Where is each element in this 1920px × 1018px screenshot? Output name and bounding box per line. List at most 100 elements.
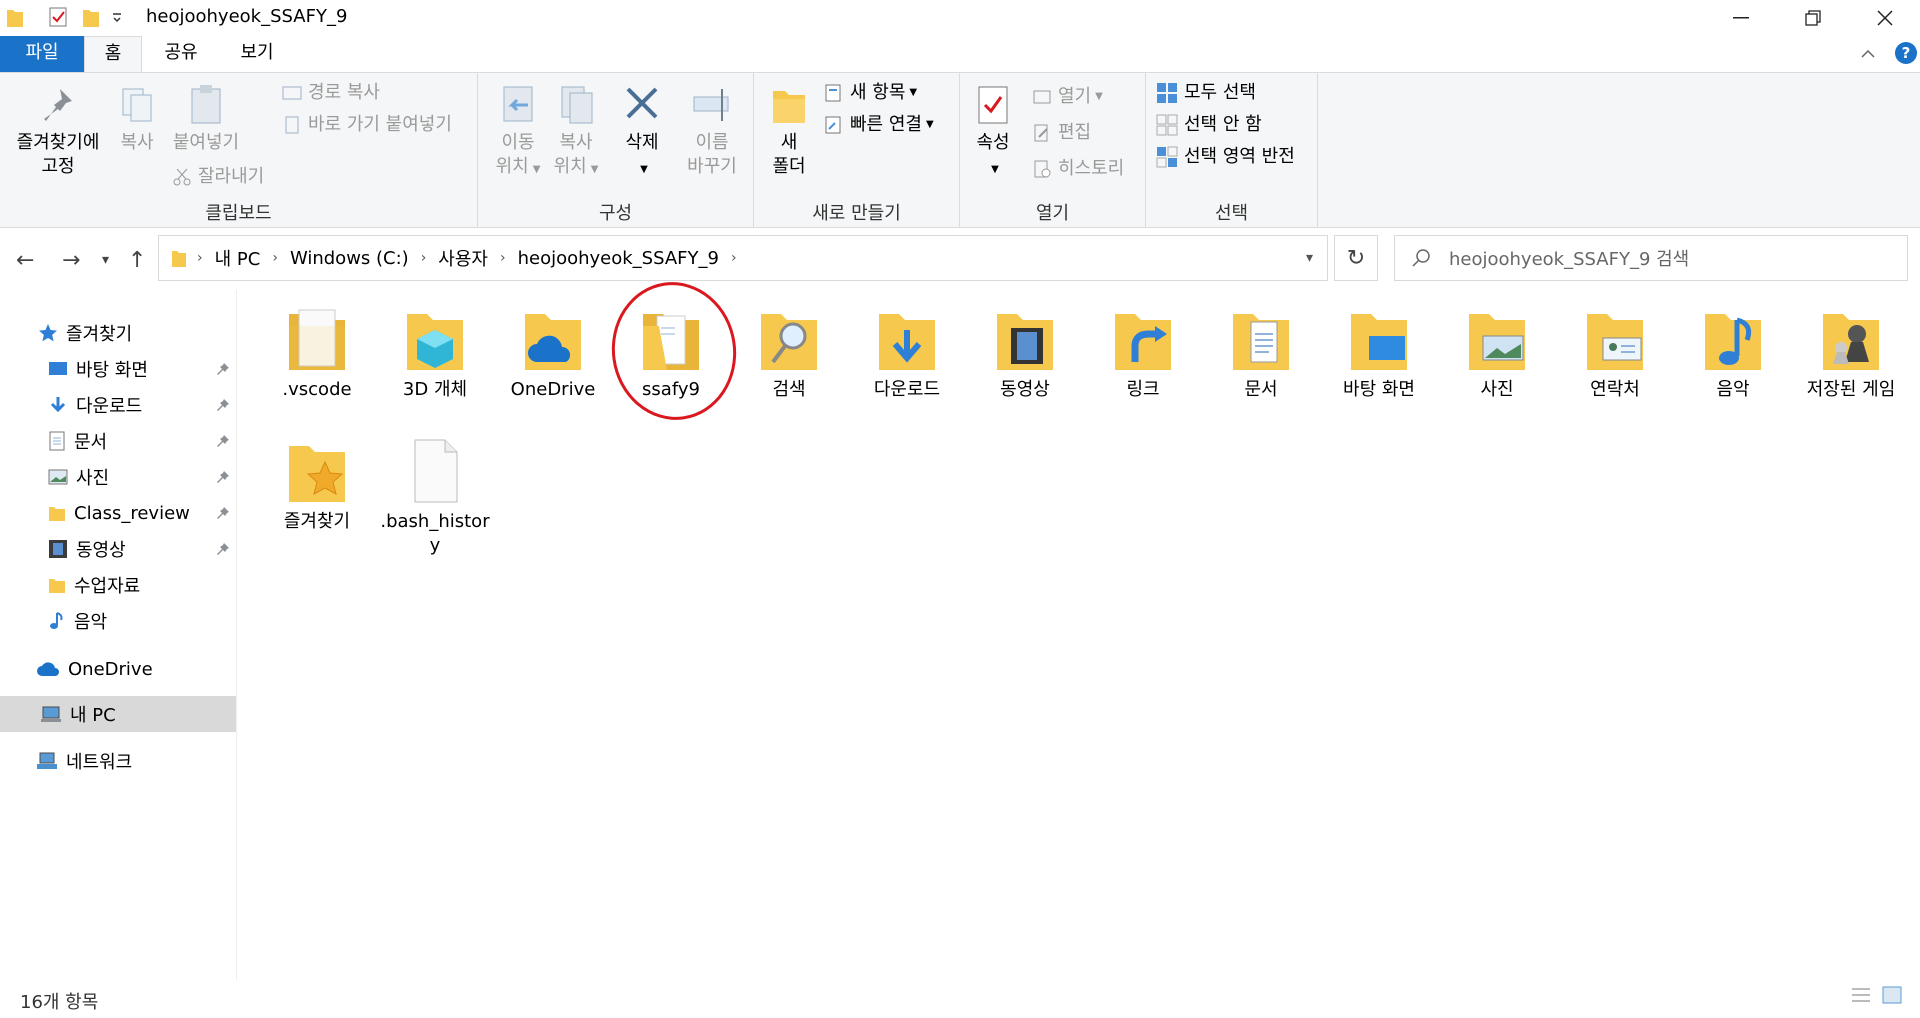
file-item-desktop[interactable]: 바탕 화면 <box>1322 304 1436 402</box>
sidebar-item-network[interactable]: 네트워크 <box>0 744 236 778</box>
file-item-3d-objects[interactable]: 3D 개체 <box>378 304 492 402</box>
desktop-icon <box>48 360 68 378</box>
pin-icon[interactable] <box>216 504 230 525</box>
tab-view[interactable]: 보기 <box>226 36 288 72</box>
copy-path-button[interactable]: 경로 복사 <box>282 81 380 105</box>
paste-button[interactable]: 붙여넣기 <box>166 83 246 155</box>
network-icon <box>36 751 58 771</box>
pane-divider[interactable] <box>236 290 237 980</box>
rename-button[interactable]: 이름 바꾸기 <box>678 83 746 179</box>
paste-shortcut-button[interactable]: 바로 가기 붙여넣기 <box>282 113 452 137</box>
recent-locations-chevron-icon[interactable]: ▾ <box>102 252 109 268</box>
delete-button[interactable]: 삭제 ▼ <box>614 83 670 182</box>
breadcrumb-separator[interactable]: › <box>272 250 278 266</box>
restore-button[interactable] <box>1777 0 1849 36</box>
copy-to-button[interactable]: 복사 위치 ▼ <box>548 83 604 182</box>
help-icon[interactable]: ? <box>1895 42 1917 64</box>
file-item-downloads[interactable]: 다운로드 <box>850 304 964 402</box>
new-folder-quick-icon[interactable] <box>82 6 100 30</box>
rename-icon <box>693 89 729 121</box>
file-item-vscode[interactable]: .vscode <box>260 304 374 402</box>
tab-file[interactable]: 파일 <box>0 36 84 72</box>
sidebar-item-onedrive[interactable]: OneDrive <box>0 652 236 686</box>
sidebar-item-videos[interactable]: 동영상 <box>0 532 236 566</box>
file-item-videos[interactable]: 동영상 <box>968 304 1082 402</box>
pin-icon[interactable] <box>216 468 230 489</box>
history-icon <box>1034 160 1051 178</box>
new-folder-button[interactable]: 새 폴더 <box>764 83 814 179</box>
breadcrumb-drive-c[interactable]: Windows (C:) <box>290 248 409 269</box>
new-group-label: 새로 만들기 <box>812 203 901 224</box>
file-item-music[interactable]: 음악 <box>1676 304 1790 402</box>
sidebar-item-music[interactable]: 음악 <box>0 604 236 638</box>
new-folder-icon <box>773 91 805 123</box>
search-placeholder: heojoohyeok_SSAFY_9 검색 <box>1449 249 1690 270</box>
customize-quick-access-icon[interactable] <box>112 10 122 34</box>
tab-share[interactable]: 공유 <box>150 36 212 72</box>
edit-button[interactable]: 편집 <box>1032 121 1091 145</box>
move-to-button[interactable]: 이동 위치 ▼ <box>490 83 546 182</box>
open-button[interactable]: 열기 ▼ <box>1032 85 1103 109</box>
details-view-icon[interactable] <box>1850 986 1872 1009</box>
pin-icon[interactable] <box>216 396 230 417</box>
pin-icon[interactable] <box>216 360 230 381</box>
file-item-bash-history[interactable]: .bash_history <box>378 436 492 558</box>
sidebar-item-downloads[interactable]: 다운로드 <box>0 388 236 422</box>
file-item-onedrive[interactable]: OneDrive <box>496 304 610 402</box>
invert-selection-button[interactable]: 선택 영역 반전 <box>1156 145 1295 169</box>
file-item-favorites[interactable]: 즐겨찾기 <box>260 436 374 534</box>
select-none-button[interactable]: 선택 안 함 <box>1156 113 1262 137</box>
pin-icon[interactable] <box>216 432 230 453</box>
address-dropdown-chevron-icon[interactable]: ▾ <box>1306 250 1313 266</box>
properties-button[interactable]: 속성 ▼ <box>968 83 1018 182</box>
sidebar-item-this-pc[interactable]: 내 PC <box>0 696 236 732</box>
breadcrumb-separator[interactable]: › <box>421 250 427 266</box>
close-button[interactable] <box>1849 0 1920 36</box>
open-group: 속성 ▼ 열기 ▼ 편집 히스토리 열기 <box>960 73 1146 229</box>
properties-quick-icon[interactable] <box>48 6 68 30</box>
picture-icon <box>48 468 68 486</box>
file-item-links[interactable]: 링크 <box>1086 304 1200 402</box>
easy-access-button[interactable]: 빠른 연결 ▼ <box>824 113 934 137</box>
sidebar-item-desktop[interactable]: 바탕 화면 <box>0 352 236 386</box>
search-icon <box>1412 249 1430 267</box>
folder-download-icon <box>879 314 935 370</box>
sidebar-item-documents[interactable]: 문서 <box>0 424 236 458</box>
minimize-button[interactable] <box>1705 0 1777 36</box>
large-icons-view-icon[interactable] <box>1882 986 1902 1009</box>
forward-arrow-icon[interactable]: → <box>62 248 80 273</box>
file-item-documents[interactable]: 문서 <box>1204 304 1318 402</box>
up-arrow-icon[interactable]: ↑ <box>128 248 146 273</box>
new-group: 새 폴더 새 항목 ▼ 빠른 연결 ▼ 새로 만들기 <box>754 73 960 229</box>
sidebar-item-pictures[interactable]: 사진 <box>0 460 236 494</box>
cut-button[interactable]: 잘라내기 <box>172 165 264 189</box>
breadcrumb-separator[interactable]: › <box>731 250 737 266</box>
history-button[interactable]: 히스토리 <box>1032 157 1124 181</box>
back-arrow-icon[interactable]: ← <box>16 248 34 273</box>
breadcrumb-separator[interactable]: › <box>197 250 203 266</box>
refresh-button[interactable]: ↻ <box>1334 235 1378 281</box>
file-item-pictures[interactable]: 사진 <box>1440 304 1554 402</box>
clipboard-group: 즐겨찾기에 고정 복사 붙여넣기 경로 복사 바로 가기 붙여넣기 잘라내기 클립… <box>0 73 478 229</box>
pin-quick-access-button[interactable]: 즐겨찾기에 고정 <box>6 83 110 179</box>
search-box[interactable]: heojoohyeok_SSAFY_9 검색 <box>1394 235 1908 281</box>
breadcrumb-this-pc[interactable]: 내 PC <box>215 245 261 271</box>
collapse-ribbon-icon[interactable] <box>1860 44 1876 65</box>
copy-button[interactable]: 복사 <box>112 83 162 155</box>
video-icon <box>48 539 68 559</box>
select-all-button[interactable]: 모두 선택 <box>1156 81 1256 105</box>
sidebar-item-class-review[interactable]: Class_review <box>0 496 236 530</box>
breadcrumb-separator[interactable]: › <box>500 250 506 266</box>
new-item-button[interactable]: 새 항목 ▼ <box>824 81 917 105</box>
breadcrumb-users[interactable]: 사용자 <box>438 245 488 271</box>
pin-icon[interactable] <box>216 540 230 561</box>
refresh-icon: ↻ <box>1346 245 1366 271</box>
sidebar-item-class-materials[interactable]: 수업자료 <box>0 568 236 602</box>
file-item-contacts[interactable]: 연락처 <box>1558 304 1672 402</box>
file-item-searches[interactable]: 검색 <box>732 304 846 402</box>
sidebar-item-quick-access[interactable]: 즐겨찾기 <box>0 316 236 350</box>
address-bar[interactable]: › 내 PC › Windows (C:) › 사용자 › heojoohyeo… <box>158 235 1328 281</box>
tab-home[interactable]: 홈 <box>84 36 142 73</box>
breadcrumb-user-folder[interactable]: heojoohyeok_SSAFY_9 <box>518 248 719 269</box>
file-item-saved-games[interactable]: 저장된 게임 <box>1794 304 1908 402</box>
